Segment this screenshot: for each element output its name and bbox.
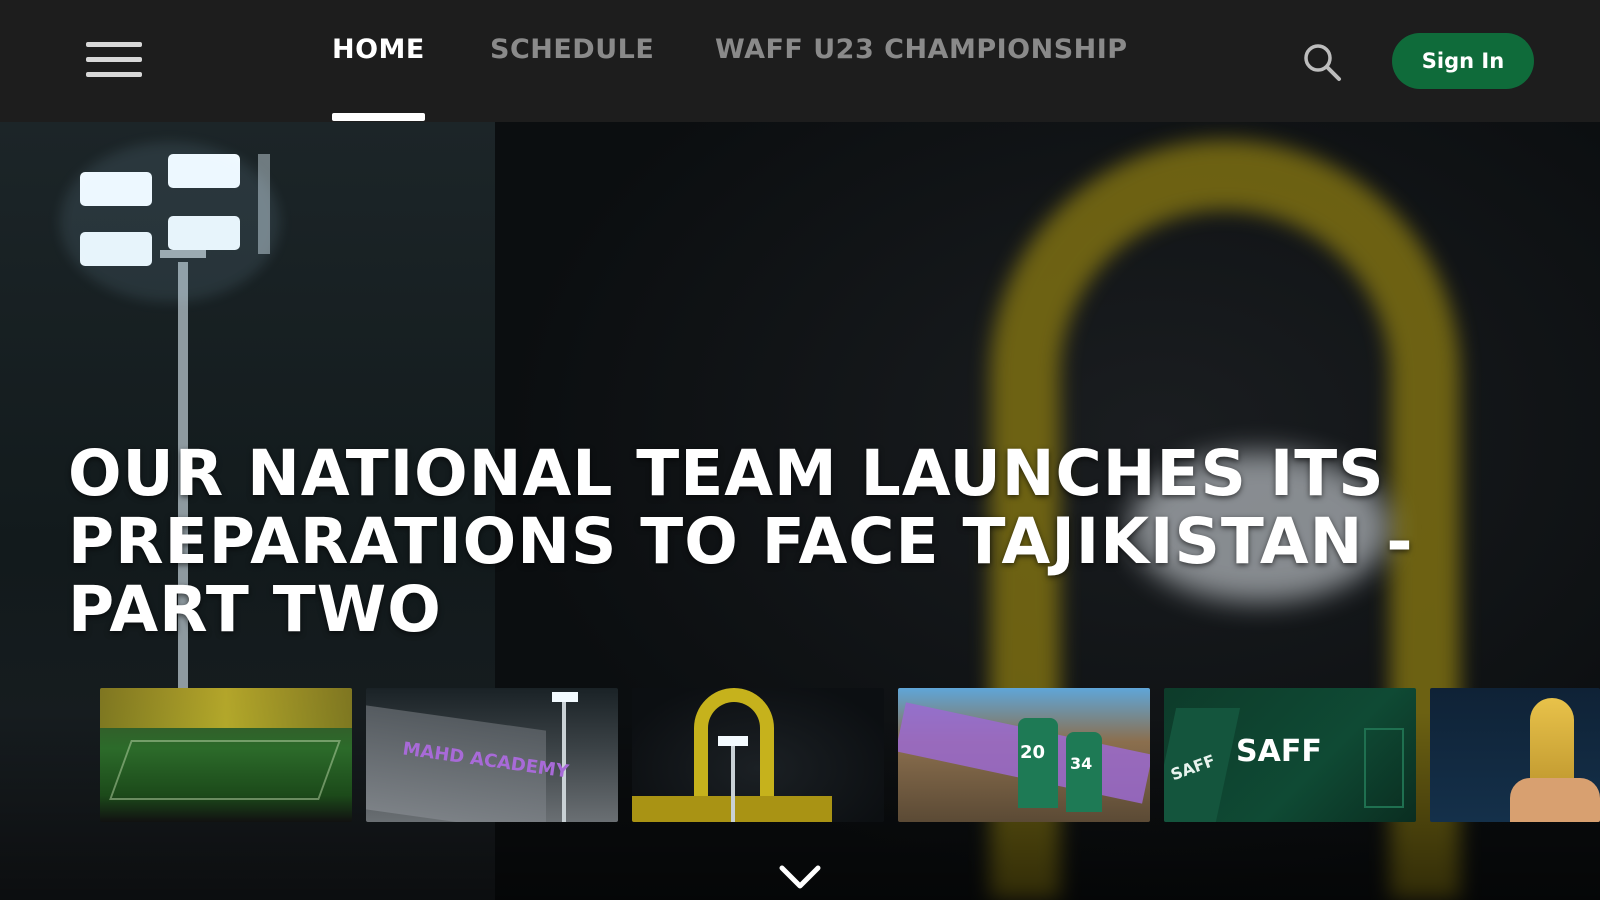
hero-title: OUR NATIONAL TEAM LAUNCHES ITS PREPARATI… bbox=[68, 437, 1414, 646]
tab-home[interactable]: HOME bbox=[332, 34, 425, 65]
thumbnail-item[interactable] bbox=[632, 688, 884, 822]
tab-waff-u23-championship[interactable]: WAFF U23 CHAMPIONSHIP bbox=[715, 34, 1128, 65]
hamburger-menu-icon[interactable] bbox=[86, 42, 142, 80]
top-navigation-bar: HOME SCHEDULE WAFF U23 CHAMPIONSHIP Sign… bbox=[0, 0, 1600, 122]
tab-schedule[interactable]: SCHEDULE bbox=[490, 34, 654, 65]
chevron-down-icon[interactable] bbox=[776, 862, 824, 892]
thumbnail-item[interactable]: SAFF SAFF bbox=[1164, 688, 1416, 822]
video-thumbnails-row: MAHD ACADEMY 20 34 SAFF SAFF bbox=[100, 688, 1600, 824]
sign-in-button[interactable]: Sign In bbox=[1392, 33, 1534, 89]
thumbnail-label: SAFF bbox=[1236, 734, 1322, 769]
thumbnail-item[interactable]: MAHD ACADEMY bbox=[366, 688, 618, 822]
active-tab-indicator bbox=[332, 113, 425, 121]
thumbnail-item[interactable] bbox=[1430, 688, 1600, 822]
thumbnail-item[interactable] bbox=[100, 688, 352, 822]
thumbnail-item[interactable]: 20 34 bbox=[898, 688, 1150, 822]
search-icon[interactable] bbox=[1300, 40, 1344, 84]
